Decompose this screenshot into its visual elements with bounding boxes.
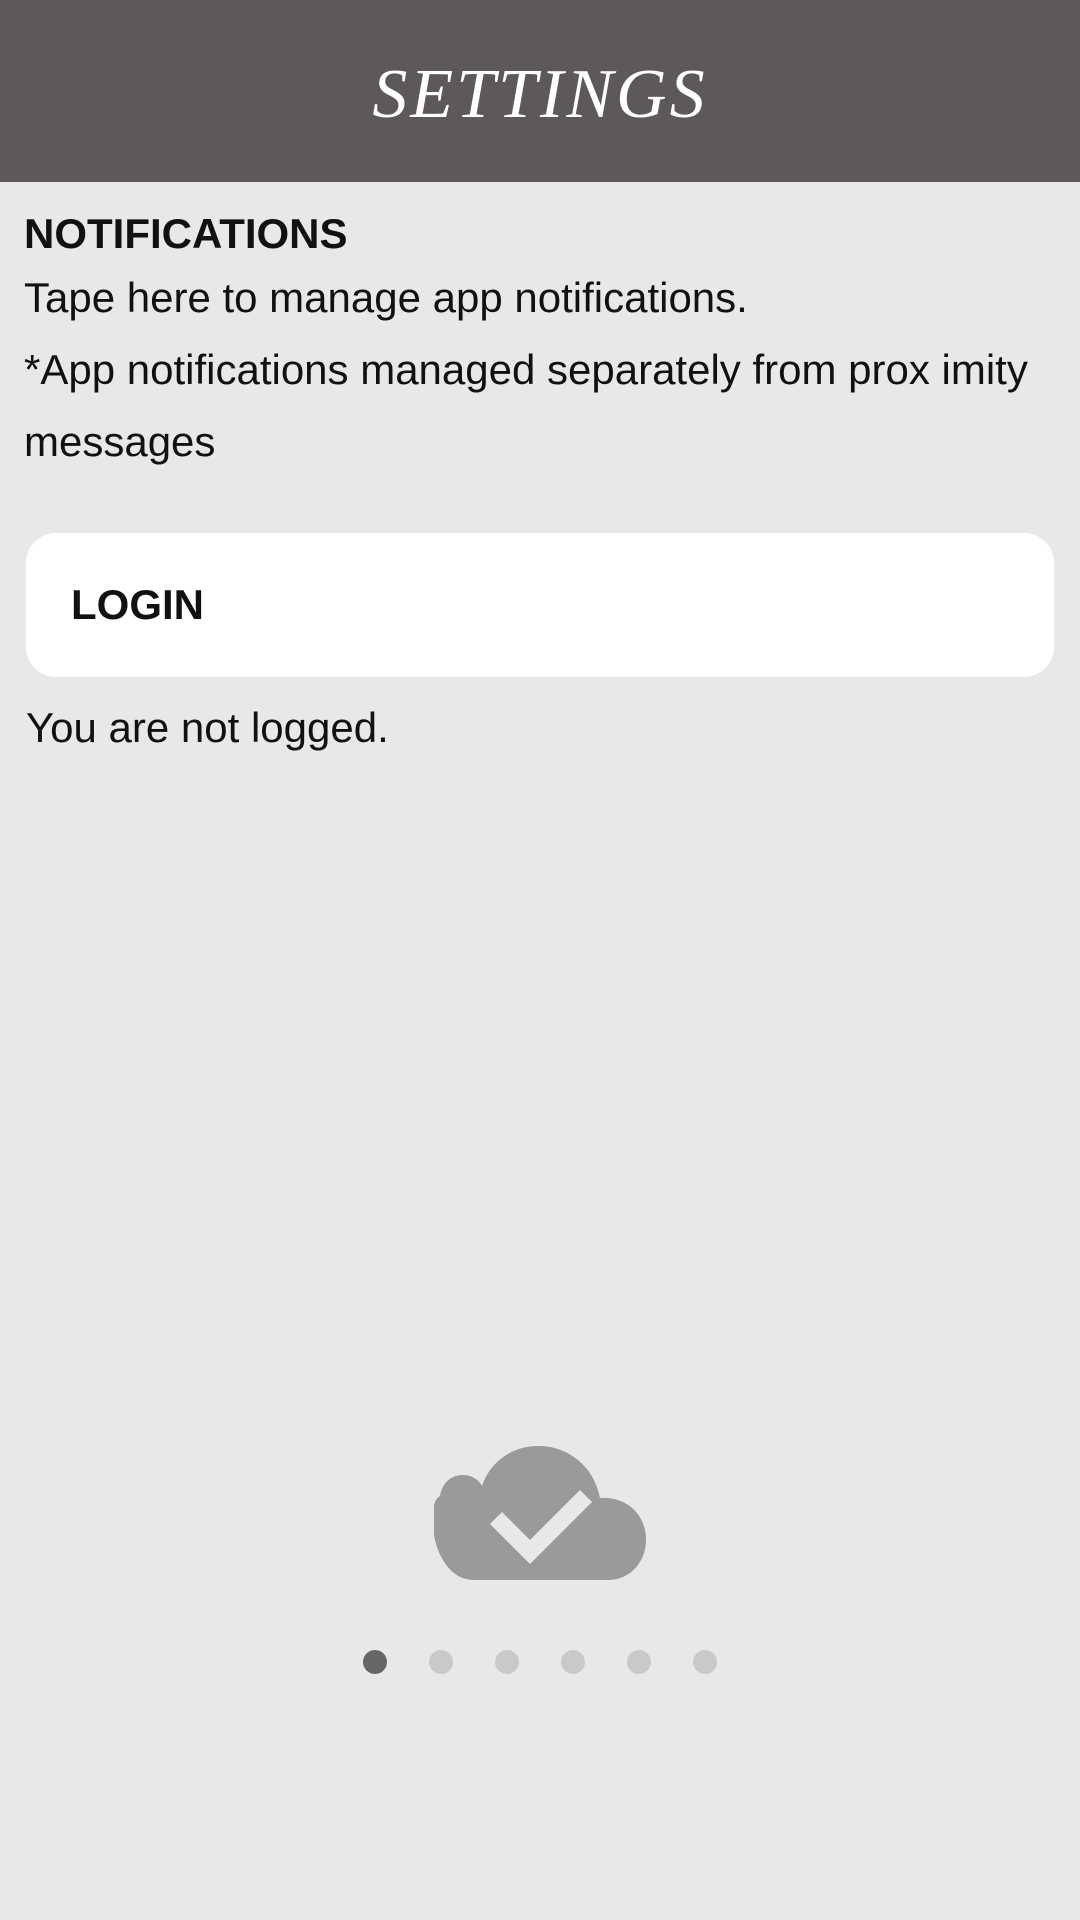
page-dot-4[interactable] [561, 1650, 585, 1674]
cloud-check-icon [432, 1440, 646, 1580]
notifications-title: NOTIFICATIONS [24, 210, 348, 257]
page-dot-6[interactable] [693, 1650, 717, 1674]
notifications-description: Tape here to manage app notifications. [24, 274, 748, 321]
page-dot-3[interactable] [495, 1650, 519, 1674]
page-dot-1[interactable] [363, 1650, 387, 1674]
page-dot-2[interactable] [429, 1650, 453, 1674]
login-button[interactable]: LOGIN [26, 533, 1054, 677]
page-indicator [0, 1650, 1080, 1674]
notifications-note: *App notifications managed separately fr… [24, 346, 1028, 465]
login-button-label: LOGIN [71, 581, 204, 628]
page-title: SETTINGS [372, 56, 708, 133]
login-status-text: You are not logged. [26, 704, 389, 751]
cloud-check-icon-graphic [432, 1446, 646, 1580]
notifications-section[interactable]: NOTIFICATIONS Tape here to manage app no… [24, 206, 1064, 478]
page-dot-5[interactable] [627, 1650, 651, 1674]
app-header: SETTINGS [0, 0, 1080, 182]
